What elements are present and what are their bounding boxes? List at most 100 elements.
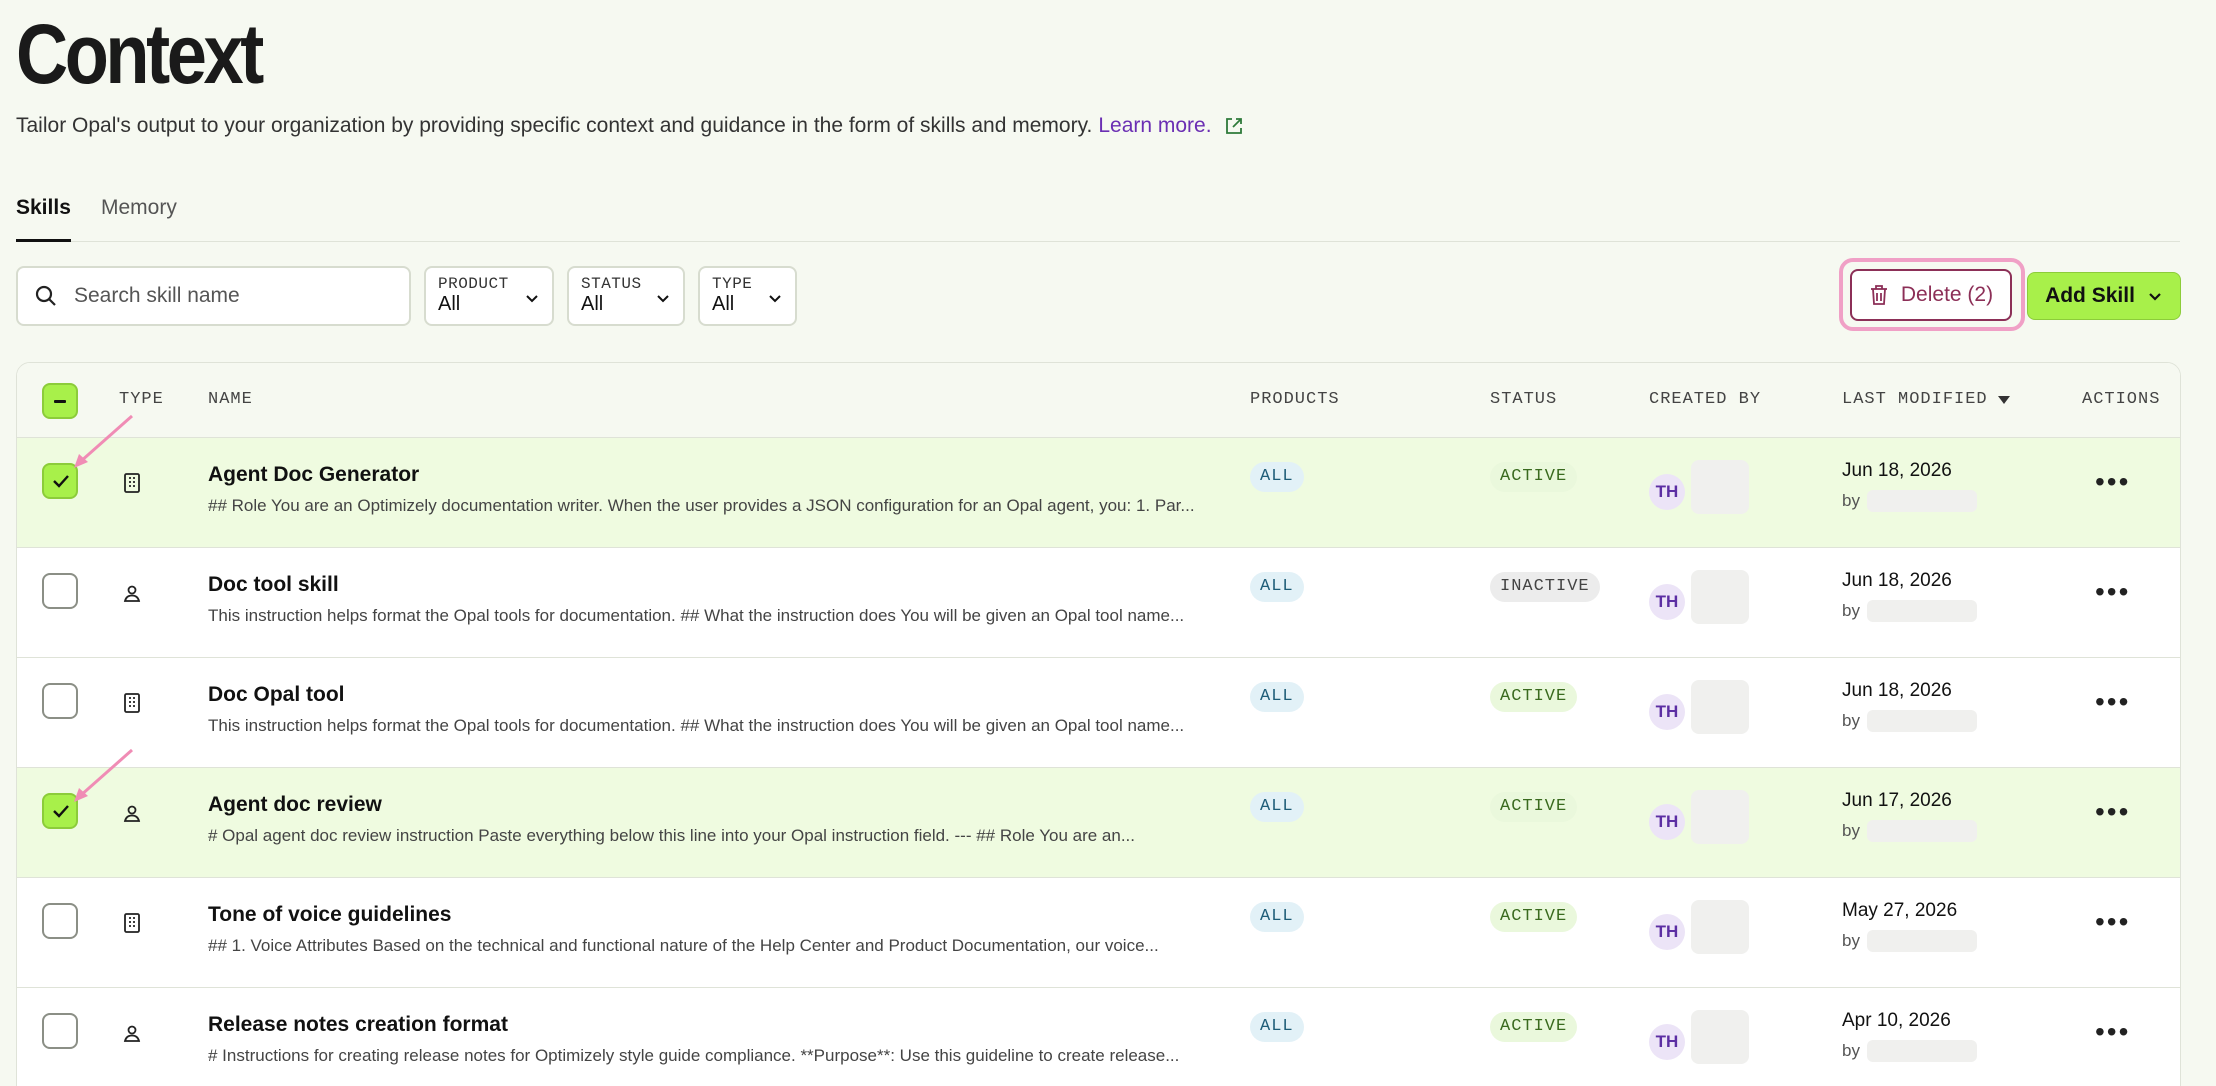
skill-description: This instruction helps format the Opal t… bbox=[208, 716, 1185, 735]
modified-date: Jun 18, 2026 bbox=[1842, 570, 1952, 591]
more-actions-icon[interactable]: ••• bbox=[2095, 686, 2130, 718]
status-badge: ACTIVE bbox=[1490, 792, 1578, 822]
product-badge: ALL bbox=[1250, 902, 1304, 932]
product-badge: ALL bbox=[1250, 1012, 1304, 1042]
row-checkbox[interactable] bbox=[42, 683, 78, 719]
table-row[interactable]: Tone of voice guidelines ## 1. Voice Attr… bbox=[17, 877, 2180, 987]
skill-name[interactable]: Doc tool skill bbox=[208, 573, 339, 597]
product-filter[interactable]: PRODUCT All bbox=[424, 266, 554, 326]
avatar: TH bbox=[1649, 914, 1685, 950]
more-actions-icon[interactable]: ••• bbox=[2095, 796, 2130, 828]
user-icon bbox=[122, 1022, 142, 1044]
tab-memory[interactable]: Memory bbox=[101, 196, 177, 242]
header-type: TYPE bbox=[119, 390, 164, 409]
modified-by-label: by bbox=[1842, 1041, 1860, 1060]
skill-name[interactable]: Release notes creation format bbox=[208, 1013, 508, 1037]
more-actions-icon[interactable]: ••• bbox=[2095, 466, 2130, 498]
building-icon bbox=[122, 692, 142, 714]
header-last-modified[interactable]: LAST MODIFIED bbox=[1842, 390, 1988, 409]
page-title: Context bbox=[16, 7, 264, 101]
checkmark-icon bbox=[53, 475, 69, 488]
skill-description: ## 1. Voice Attributes Based on the tech… bbox=[208, 936, 1159, 955]
row-checkbox[interactable] bbox=[42, 1013, 78, 1049]
tab-skills[interactable]: Skills bbox=[16, 196, 71, 242]
chevron-down-icon[interactable] bbox=[2147, 288, 2163, 304]
delete-button[interactable]: Delete (2) bbox=[1850, 269, 2012, 321]
modified-by-label: by bbox=[1842, 601, 1860, 620]
modified-date: Jun 18, 2026 bbox=[1842, 680, 1952, 701]
search-icon bbox=[35, 285, 56, 306]
modified-by-redacted bbox=[1867, 490, 1977, 512]
table-row[interactable]: Agent Doc Generator ## Role You are an Op… bbox=[17, 437, 2180, 547]
subtitle-text: Tailor Opal's output to your organizatio… bbox=[16, 114, 1093, 137]
skill-name[interactable]: Tone of voice guidelines bbox=[208, 903, 451, 927]
status-badge: ACTIVE bbox=[1490, 1012, 1578, 1042]
skill-name[interactable]: Agent Doc Generator bbox=[208, 463, 419, 487]
search-box[interactable] bbox=[16, 266, 411, 326]
row-checkbox[interactable] bbox=[42, 573, 78, 609]
header-actions: ACTIONS bbox=[2082, 390, 2161, 409]
row-checkbox[interactable] bbox=[42, 793, 78, 829]
status-badge: INACTIVE bbox=[1490, 572, 1600, 602]
table-row[interactable]: Agent doc review # Opal agent doc review … bbox=[17, 767, 2180, 877]
table-row[interactable]: Doc tool skill This instruction helps for… bbox=[17, 547, 2180, 657]
creator-name-redacted bbox=[1691, 1010, 1749, 1064]
row-checkbox[interactable] bbox=[42, 903, 78, 939]
creator-name-redacted bbox=[1691, 680, 1749, 734]
building-icon bbox=[122, 912, 142, 934]
avatar: TH bbox=[1649, 474, 1685, 510]
select-all-checkbox[interactable] bbox=[42, 383, 78, 419]
skill-description: ## Role You are an Optimizely documentat… bbox=[208, 496, 1195, 515]
chevron-down-icon bbox=[657, 295, 669, 303]
avatar: TH bbox=[1649, 804, 1685, 840]
modified-by-label: by bbox=[1842, 711, 1860, 730]
creator-name-redacted bbox=[1691, 570, 1749, 624]
modified-date: May 27, 2026 bbox=[1842, 900, 1958, 921]
skill-description: # Opal agent doc review instruction Past… bbox=[208, 826, 1136, 845]
product-badge: ALL bbox=[1250, 682, 1304, 712]
type-filter[interactable]: TYPE All bbox=[698, 266, 797, 326]
modified-by-label: by bbox=[1842, 491, 1860, 510]
skills-table: TYPE NAME PRODUCTS STATUS CREATED BY LAS… bbox=[16, 362, 2181, 1086]
learn-more-link[interactable]: Learn more. bbox=[1098, 114, 1211, 138]
user-icon bbox=[122, 582, 142, 604]
skill-description: This instruction helps format the Opal t… bbox=[208, 606, 1185, 625]
modified-by-redacted bbox=[1867, 930, 1977, 952]
modified-by-redacted bbox=[1867, 820, 1977, 842]
header-name[interactable]: NAME bbox=[208, 390, 253, 409]
header-created-by: CREATED BY bbox=[1649, 390, 1762, 409]
table-row[interactable]: Release notes creation format # Instructi… bbox=[17, 987, 2180, 1086]
avatar: TH bbox=[1649, 584, 1685, 620]
creator-name-redacted bbox=[1691, 790, 1749, 844]
delete-button-label: Delete (2) bbox=[1900, 283, 1994, 306]
header-status: STATUS bbox=[1490, 390, 1558, 409]
more-actions-icon[interactable]: ••• bbox=[2095, 576, 2130, 608]
more-actions-icon[interactable]: ••• bbox=[2095, 906, 2130, 938]
more-actions-icon[interactable]: ••• bbox=[2095, 1016, 2130, 1048]
status-badge: ACTIVE bbox=[1490, 902, 1578, 932]
external-link-icon[interactable] bbox=[1224, 116, 1244, 136]
modified-by-label: by bbox=[1842, 931, 1860, 950]
building-icon bbox=[122, 472, 142, 494]
status-badge: ACTIVE bbox=[1490, 462, 1578, 492]
avatar: TH bbox=[1649, 1024, 1685, 1060]
avatar: TH bbox=[1649, 694, 1685, 730]
row-checkbox[interactable] bbox=[42, 463, 78, 499]
modified-date: Apr 10, 2026 bbox=[1842, 1010, 1951, 1031]
checkmark-icon bbox=[53, 805, 69, 818]
chevron-down-icon bbox=[769, 295, 781, 303]
skill-name[interactable]: Doc Opal tool bbox=[208, 683, 345, 707]
creator-name-redacted bbox=[1691, 460, 1749, 514]
sort-desc-icon[interactable] bbox=[1997, 395, 2011, 405]
product-badge: ALL bbox=[1250, 462, 1304, 492]
chevron-down-icon bbox=[526, 295, 538, 303]
modified-by-redacted bbox=[1867, 600, 1977, 622]
add-skill-button[interactable]: Add Skill bbox=[2027, 272, 2181, 320]
tab-bar: Skills Memory bbox=[16, 196, 2180, 242]
search-input[interactable] bbox=[74, 284, 374, 308]
modified-by-redacted bbox=[1867, 710, 1977, 732]
table-row[interactable]: Doc Opal tool This instruction helps form… bbox=[17, 657, 2180, 767]
skill-name[interactable]: Agent doc review bbox=[208, 793, 382, 817]
status-filter[interactable]: STATUS All bbox=[567, 266, 685, 326]
table-header: TYPE NAME PRODUCTS STATUS CREATED BY LAS… bbox=[17, 363, 2180, 437]
